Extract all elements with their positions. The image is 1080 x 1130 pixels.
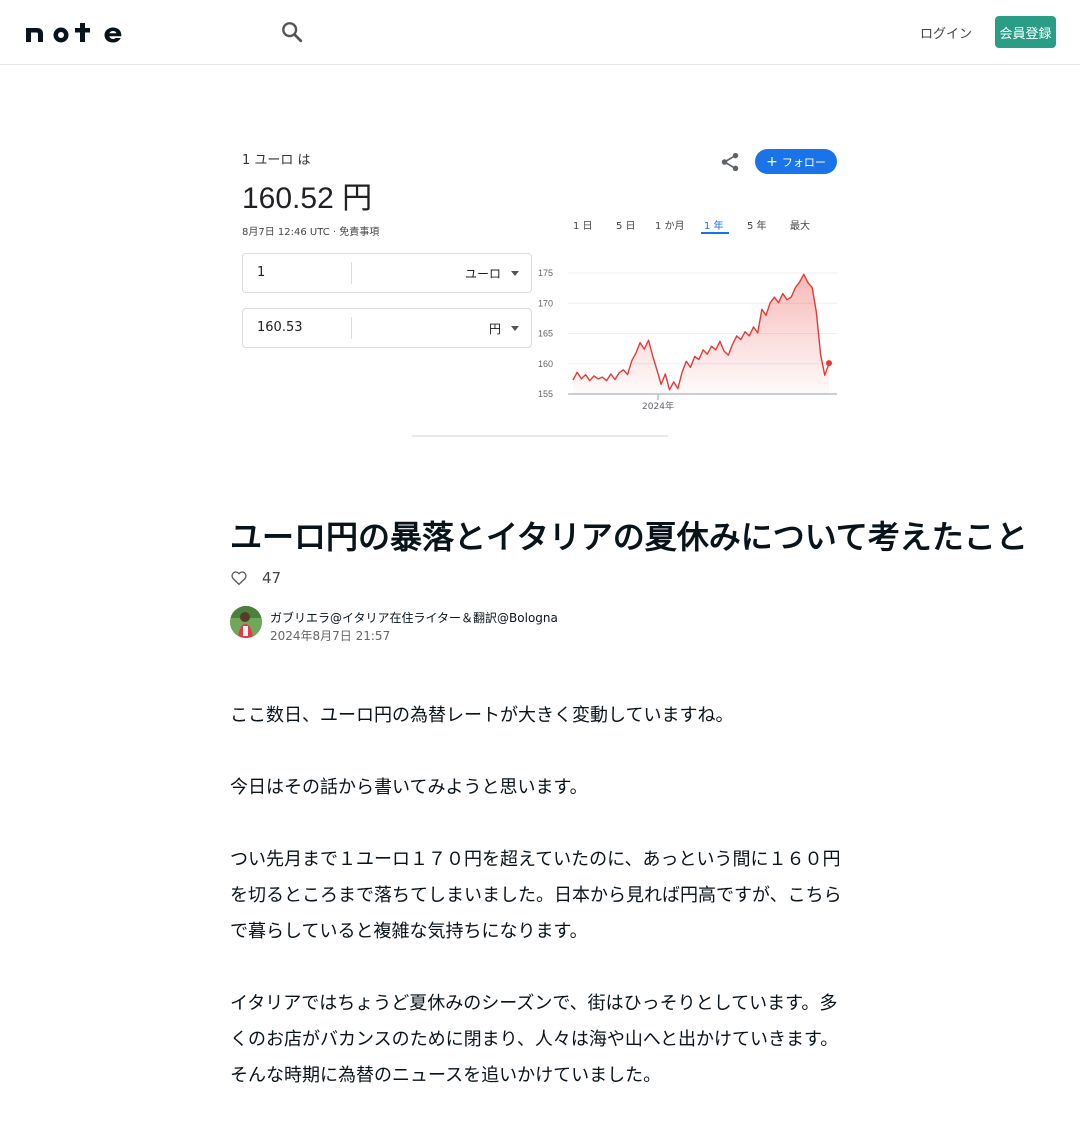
article-body: ここ数日、ユーロ円の為替レートが大きく変動していますね。 今日はその話から書いて…: [230, 698, 850, 1130]
tab-1y: 1 年: [704, 221, 724, 232]
from-value: 1: [257, 265, 266, 280]
x-tick-label: 2024年: [642, 400, 674, 412]
image-divider: [412, 435, 668, 437]
chevron-down-icon: [511, 271, 519, 276]
y-tick-label: 165: [538, 329, 553, 339]
post-date: 2024年8月7日 21:57: [270, 629, 391, 643]
y-tick-label: 175: [538, 268, 553, 278]
search-icon[interactable]: [278, 18, 306, 46]
follow-button: + フォロー: [755, 149, 837, 174]
share-icon: [721, 152, 739, 172]
to-currency: 円: [488, 322, 501, 336]
like-area: 47: [230, 568, 281, 588]
paragraph: ここ数日、ユーロ円の為替レートが大きく変動していますね。: [230, 705, 734, 726]
active-tab-indicator: [701, 232, 729, 234]
author-avatar[interactable]: [230, 606, 262, 638]
y-tick-label: 155: [538, 389, 553, 399]
y-tick-label: 160: [538, 359, 553, 369]
note-logo[interactable]: [24, 20, 124, 44]
from-currency-field: 1 ユーロ: [242, 253, 532, 293]
from-currency: ユーロ: [464, 267, 501, 281]
signup-button[interactable]: 会員登録: [995, 16, 1056, 48]
chevron-down-icon: [511, 326, 519, 331]
tab-1d: 1 日: [573, 221, 593, 232]
tab-max: 最大: [790, 221, 810, 232]
field-divider: [351, 317, 352, 339]
current-point: [826, 360, 832, 367]
y-tick-label: 170: [538, 298, 553, 308]
author-name[interactable]: ガブリエラ@イタリア在住ライター＆翻訳@Bologna: [270, 609, 558, 626]
exchange-rate-chart: 155 160 165 170 175 2024年: [538, 268, 837, 412]
like-count: 47: [262, 569, 282, 587]
series-area: [573, 274, 829, 394]
amount-label: 1 ユーロ は: [242, 153, 311, 168]
paragraph: つい先月まで１ユーロ１７０円を超えていたのに、あっという間に１６０円を切るところ…: [230, 849, 842, 942]
tab-5d: 5 日: [616, 221, 636, 232]
paragraph: 今日はその話から書いてみようと思います。: [230, 777, 588, 798]
range-tabs: 1 日 5 日 1 か月 1 年 5 年 最大: [565, 217, 835, 237]
tab-5y: 5 年: [747, 221, 767, 232]
exchange-rate: 160.52 円: [242, 182, 373, 215]
eyecatch-image: 1 ユーロ は 160.52 円 8月7日 12:46 UTC · 免責事項 +…: [230, 135, 850, 445]
paragraph: イタリアではちょうど夏休みのシーズンで、街はひっそりとしています。多くのお店がバ…: [230, 993, 839, 1086]
site-header: ログイン 会員登録: [0, 0, 1080, 65]
to-currency-field: 160.53 円: [242, 308, 532, 348]
follow-label: フォロー: [781, 155, 826, 169]
tab-1m: 1 か月: [655, 221, 685, 232]
field-divider: [351, 262, 352, 284]
article-title: ユーロ円の暴落とイタリアの夏休みについて考えたこと: [230, 518, 1028, 556]
heart-icon[interactable]: [230, 569, 248, 587]
login-link[interactable]: ログイン: [920, 23, 972, 42]
plus-icon: +: [766, 153, 778, 170]
to-value: 160.53: [257, 320, 303, 335]
rate-date: 8月7日 12:46 UTC · 免責事項: [242, 227, 380, 238]
